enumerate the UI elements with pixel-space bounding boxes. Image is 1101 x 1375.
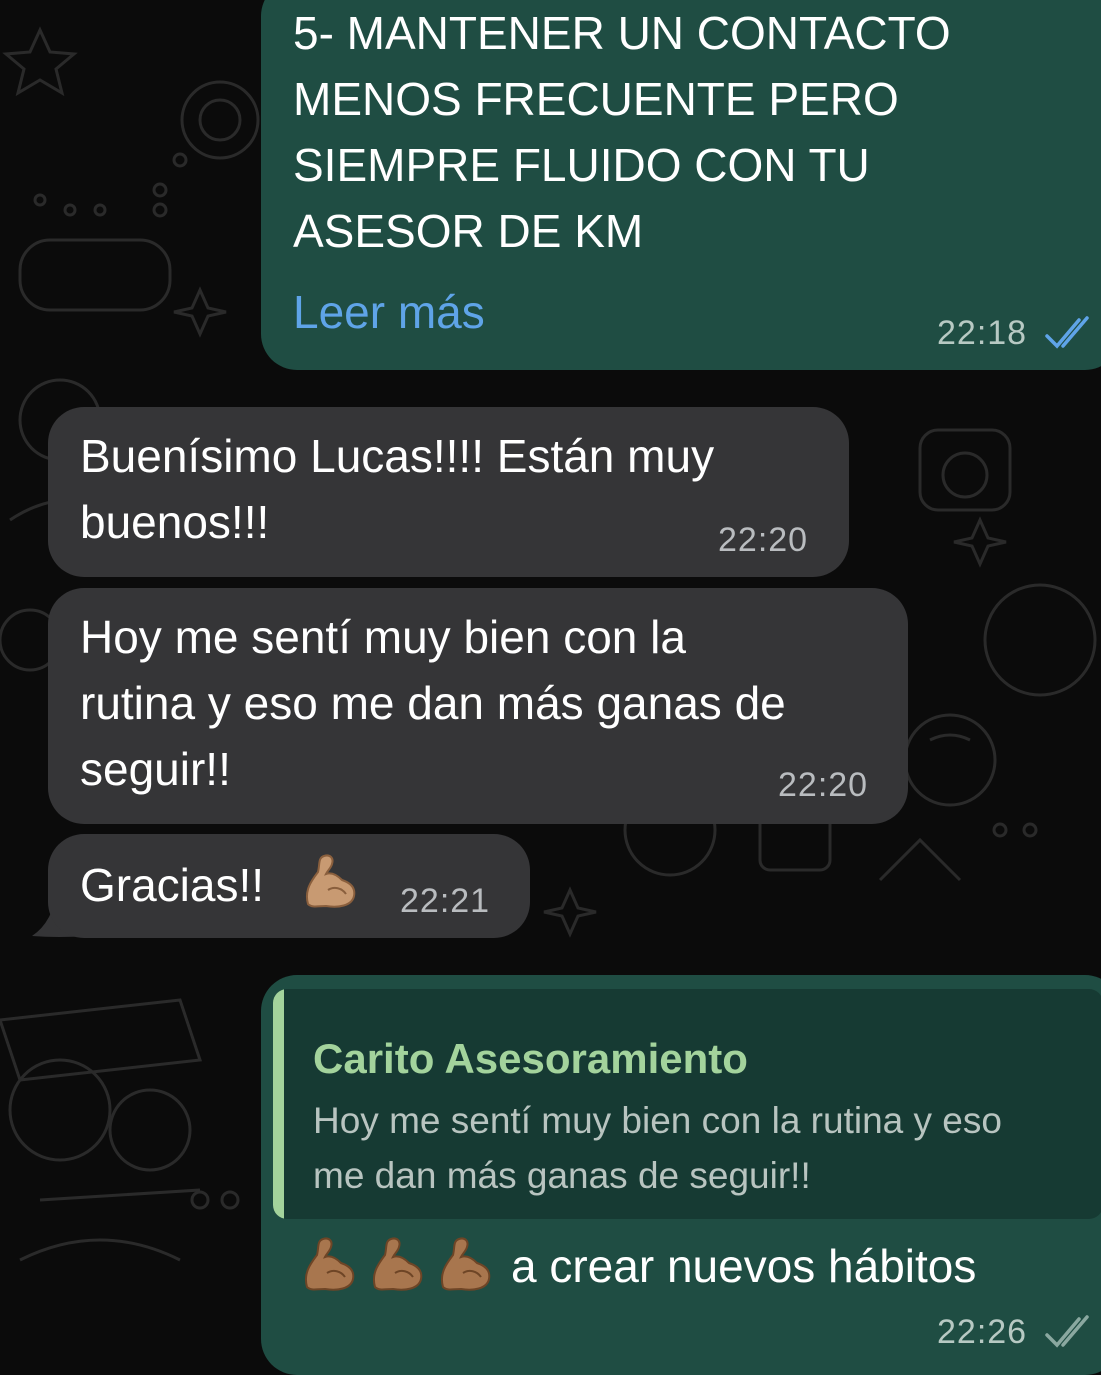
message-bubble-outgoing[interactable]: Carito Asesoramiento Hoy me sentí muy bi… <box>261 975 1101 1375</box>
read-more-link[interactable]: Leer más <box>293 285 485 339</box>
flexed-biceps-emoji <box>306 854 356 908</box>
read-receipt-icon <box>1045 1315 1089 1348</box>
emoji-group <box>297 1233 497 1303</box>
message-bubble-incoming[interactable]: Gracias!! 22:21 <box>48 834 530 938</box>
flexed-biceps-emoji <box>373 1237 423 1291</box>
flexed-biceps-emoji <box>305 1237 355 1291</box>
message-bubble-incoming[interactable]: Buenísimo Lucas!!!! Están muy buenos!!! … <box>48 407 849 577</box>
read-receipt-icon <box>1045 316 1089 349</box>
message-text: Buenísimo Lucas!!!! Están muy buenos!!! <box>80 430 715 548</box>
quote-text: Hoy me sentí muy bien con la rutina y es… <box>313 1100 1002 1196</box>
flexed-biceps-emoji <box>441 1237 491 1291</box>
message-time: 22:18 <box>937 314 1028 352</box>
message-text: Hoy me sentí muy bien con la rutina y es… <box>80 611 786 795</box>
message-time: 22:26 <box>937 1313 1028 1351</box>
message-bubble-incoming[interactable]: Hoy me sentí muy bien con la rutina y es… <box>48 588 908 824</box>
message-time: 22:20 <box>778 766 869 804</box>
message-text: Gracias!! <box>80 859 265 911</box>
message-text: 5- MANTENER UN CONTACTO MENOS FRECUENTE … <box>293 7 951 257</box>
message-bubble-outgoing[interactable]: 5- MANTENER UN CONTACTO MENOS FRECUENTE … <box>261 0 1101 370</box>
message-time: 22:20 <box>718 521 809 559</box>
quote-author: Carito Asesoramiento <box>313 1035 748 1082</box>
quoted-message[interactable]: Carito Asesoramiento Hoy me sentí muy bi… <box>273 989 1101 1219</box>
message-time: 22:21 <box>400 882 491 920</box>
quote-accent-bar <box>273 989 284 1219</box>
message-text: a crear nuevos hábitos <box>511 1240 977 1292</box>
